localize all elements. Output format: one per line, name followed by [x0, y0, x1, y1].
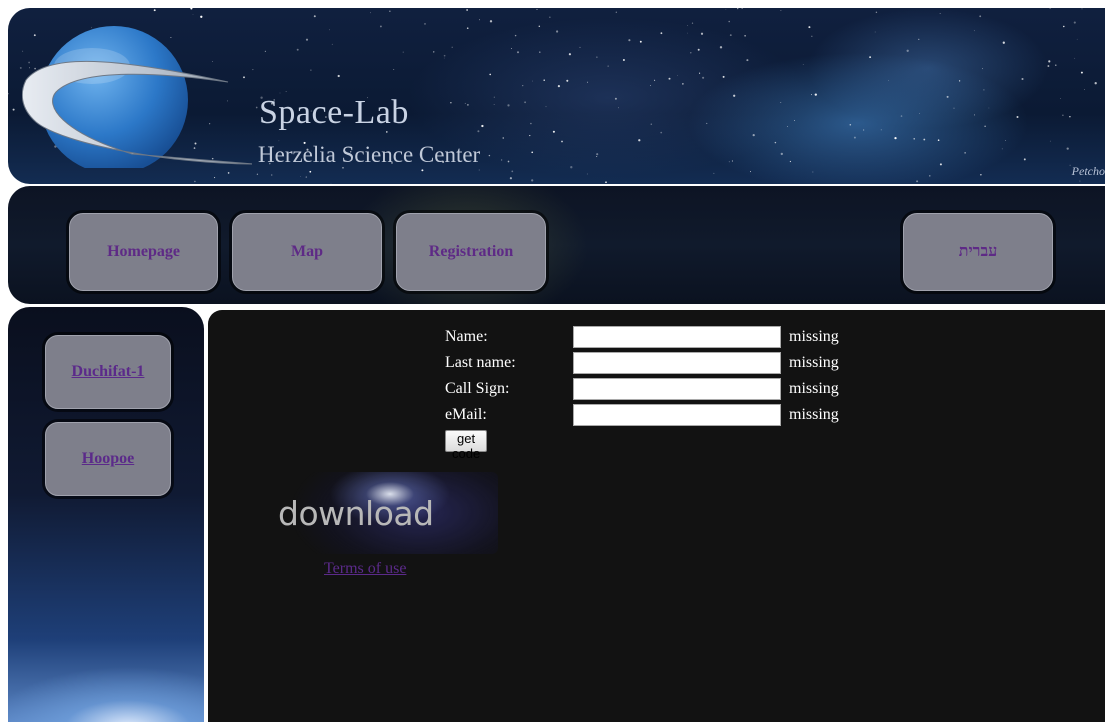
last-name-label: Last name:: [445, 354, 516, 371]
call-sign-label: Call Sign:: [445, 380, 510, 397]
download-banner-button[interactable]: download: [250, 472, 498, 554]
nav-map-label: Map: [291, 243, 323, 260]
email-input[interactable]: [573, 404, 781, 426]
name-status: missing: [789, 328, 839, 345]
sidebar-item-duchifat-1[interactable]: Duchifat-1: [45, 335, 171, 409]
download-label: download: [278, 494, 434, 533]
site-subtitle: Herzelia Science Center: [258, 142, 481, 167]
nav-registration-label: Registration: [428, 243, 514, 260]
sidebar-link-duchifat-1[interactable]: Duchifat-1: [72, 363, 145, 381]
nav-homepage-button[interactable]: Homepage: [69, 213, 218, 291]
nav-homepage-label: Homepage: [107, 243, 180, 260]
main-content: Name: missing Last name: missing Call Si…: [208, 310, 1105, 722]
nav-hebrew-label: עברית: [958, 243, 998, 260]
terms-of-use-container: Terms of use: [324, 560, 406, 578]
name-input[interactable]: [573, 326, 781, 348]
name-label: Name:: [445, 328, 488, 345]
artist-signature: Petcho: [1071, 164, 1105, 178]
last-name-status: missing: [789, 354, 839, 371]
email-label: eMail:: [445, 406, 487, 423]
nav-map-button[interactable]: Map: [232, 213, 382, 291]
sidebar: Duchifat-1 Hoopoe: [8, 307, 204, 722]
site-title: Space-Lab: [259, 94, 409, 131]
email-status: missing: [789, 406, 839, 423]
sidebar-item-hoopoe[interactable]: Hoopoe: [45, 422, 171, 496]
call-sign-input[interactable]: [573, 378, 781, 400]
nav-hebrew-language-button[interactable]: עברית: [903, 213, 1053, 291]
get-code-button[interactable]: get code: [445, 430, 488, 461]
space-lab-logo: [22, 26, 252, 168]
terms-of-use-link[interactable]: Terms of use: [324, 560, 406, 577]
main-navigation: Homepage Map Registration עברית: [8, 186, 1105, 304]
site-header: Space-Lab Herzelia Science Center Petcho: [8, 8, 1105, 184]
last-name-input[interactable]: [573, 352, 781, 374]
call-sign-status: missing: [789, 380, 839, 397]
nav-registration-button[interactable]: Registration: [396, 213, 546, 291]
sidebar-link-hoopoe[interactable]: Hoopoe: [82, 450, 134, 468]
